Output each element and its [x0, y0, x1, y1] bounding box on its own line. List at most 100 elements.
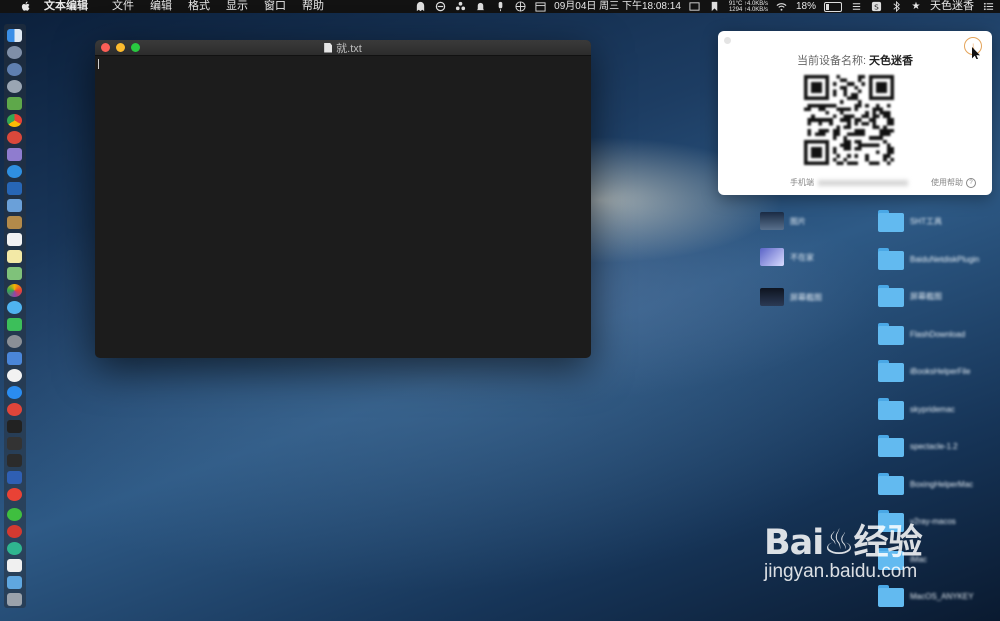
- desktop-item-image[interactable]: 图片: [760, 212, 806, 230]
- desktop-folder[interactable]: spectacle-1.2: [878, 435, 958, 457]
- bookmark-icon[interactable]: [709, 1, 721, 12]
- menu-list-icon[interactable]: [850, 1, 862, 12]
- notification-icon[interactable]: [474, 1, 486, 12]
- app-red-icon[interactable]: [7, 131, 22, 144]
- app-purple-icon[interactable]: [7, 148, 22, 161]
- folder-icon: [878, 285, 904, 307]
- activity-icon[interactable]: [7, 437, 22, 450]
- desktop-folder[interactable]: 屏幕截图: [878, 285, 942, 307]
- svg-text:S: S: [874, 2, 879, 11]
- screenshot-icon[interactable]: [689, 1, 701, 12]
- maps-icon[interactable]: [7, 267, 22, 280]
- downloads-folder-icon[interactable]: [7, 576, 22, 589]
- network-speed[interactable]: 91°C ↑4.0KB/s 1294 ↑4.0KB/s: [729, 1, 768, 13]
- notebook-icon[interactable]: [7, 216, 22, 229]
- folder-label: BoxingHelperMac: [910, 479, 974, 489]
- bluetooth-icon[interactable]: [890, 1, 902, 12]
- help-label: 使用帮助: [931, 178, 963, 187]
- vpn-icon[interactable]: [7, 471, 22, 484]
- s-app-icon[interactable]: S: [870, 1, 882, 12]
- folder-icon: [878, 248, 904, 270]
- phone-address-blurred: [818, 179, 908, 186]
- safari-icon[interactable]: [7, 165, 22, 178]
- editor-window[interactable]: 就.txt: [95, 40, 591, 358]
- folder-icon: [878, 398, 904, 420]
- app-blue-icon[interactable]: [7, 182, 22, 195]
- menu-help[interactable]: 帮助: [302, 0, 324, 13]
- menu-format[interactable]: 格式: [188, 0, 210, 13]
- sync-dock-icon[interactable]: [7, 542, 22, 555]
- battery-percent[interactable]: 18%: [796, 0, 816, 13]
- device-header: 当前设备名称: 天色迷香: [718, 52, 992, 68]
- datetime-display[interactable]: 09月04日 周三 下午18:08:14: [554, 0, 681, 13]
- calendar-icon[interactable]: [534, 1, 546, 12]
- app-store-icon[interactable]: [7, 386, 22, 399]
- desktop-folder[interactable]: SHT工具: [878, 210, 942, 232]
- menu-edit[interactable]: 编辑: [150, 0, 172, 13]
- phone-label: 手机端: [790, 178, 814, 187]
- keynote-icon[interactable]: [7, 352, 22, 365]
- settings-icon[interactable]: [7, 335, 22, 348]
- battery-icon[interactable]: [824, 1, 842, 12]
- app-menu[interactable]: 文本编辑: [44, 0, 88, 13]
- photos-icon[interactable]: [7, 284, 22, 297]
- menu-file[interactable]: 文件: [112, 0, 134, 13]
- facetime-icon[interactable]: [7, 318, 22, 331]
- globe-icon[interactable]: [514, 1, 526, 12]
- folder-label: SHT工具: [910, 216, 942, 226]
- status-area: 09月04日 周三 下午18:08:14 91°C ↑4.0KB/s 1294 …: [414, 0, 994, 13]
- wifi-icon[interactable]: [776, 1, 788, 12]
- desktop-folder[interactable]: BoxingHelperMac: [878, 473, 973, 495]
- ghost-icon[interactable]: [414, 1, 426, 12]
- desktop-folder[interactable]: BaiduNetdiskPlugin: [878, 248, 979, 270]
- trash-icon[interactable]: [7, 593, 22, 606]
- popup-close-button[interactable]: [724, 37, 731, 44]
- user-name[interactable]: 天色迷香: [930, 0, 974, 13]
- menu-view[interactable]: 显示: [226, 0, 248, 13]
- folder-label: spectacle-1.2: [910, 441, 958, 451]
- notification-center-icon[interactable]: [982, 1, 994, 12]
- yandex-icon[interactable]: [7, 488, 22, 501]
- apple-menu-icon[interactable]: [18, 0, 32, 13]
- rocket-icon[interactable]: [7, 80, 22, 93]
- finder-icon[interactable]: [7, 29, 22, 42]
- help-icon: ?: [966, 177, 976, 188]
- window-titlebar[interactable]: 就.txt: [95, 40, 591, 56]
- folder-label: skypridemac: [910, 404, 955, 414]
- siri-icon[interactable]: [7, 46, 22, 59]
- image-thumbnail-icon: [760, 212, 784, 230]
- desktop-item-app[interactable]: 不在家: [760, 248, 814, 266]
- dots-icon[interactable]: [454, 1, 466, 12]
- desktop-folder[interactable]: skypridemac: [878, 398, 955, 420]
- text-cursor: [98, 59, 99, 69]
- preview-icon[interactable]: [7, 199, 22, 212]
- messages-icon[interactable]: [7, 301, 22, 314]
- help-link[interactable]: 使用帮助 ?: [931, 177, 976, 188]
- menu-bar: 文本编辑 文件 编辑 格式 显示 窗口 帮助 09月04日 周三 下午18:08…: [0, 0, 1000, 13]
- desktop-folder[interactable]: FlashDownload: [878, 323, 965, 345]
- device-name: 天色迷香: [869, 55, 914, 67]
- textedit-icon[interactable]: [7, 559, 22, 572]
- android-icon[interactable]: [7, 97, 22, 110]
- microphone-icon[interactable]: [494, 1, 506, 12]
- desktop-item-screenshot[interactable]: 屏幕截图: [760, 288, 822, 306]
- notes-icon[interactable]: [7, 250, 22, 263]
- launchpad-icon[interactable]: [7, 63, 22, 76]
- text-area[interactable]: [95, 56, 591, 358]
- device-popup: 当前设备名称: 天色迷香 ↓ 手机端 使用帮助 ?: [718, 31, 992, 195]
- vivaldi-icon[interactable]: [7, 403, 22, 416]
- star-icon[interactable]: ★: [910, 1, 922, 12]
- desktop-folder[interactable]: iBooksHelperFile: [878, 360, 970, 382]
- chrome-icon[interactable]: [7, 114, 22, 127]
- calendar-dock-icon[interactable]: [7, 233, 22, 246]
- music-icon[interactable]: [7, 369, 22, 382]
- baidu-watermark: Bai♨经验 jingyan.baidu.com: [764, 514, 994, 609]
- menu-window[interactable]: 窗口: [264, 0, 286, 13]
- window-title-text: 就.txt: [336, 42, 362, 55]
- console-icon[interactable]: [7, 454, 22, 467]
- sync-icon[interactable]: [434, 1, 446, 12]
- netease-icon[interactable]: [7, 525, 22, 538]
- folder-label: iBooksHelperFile: [910, 366, 971, 376]
- wechat-icon[interactable]: [7, 508, 22, 521]
- terminal-icon[interactable]: [7, 420, 22, 433]
